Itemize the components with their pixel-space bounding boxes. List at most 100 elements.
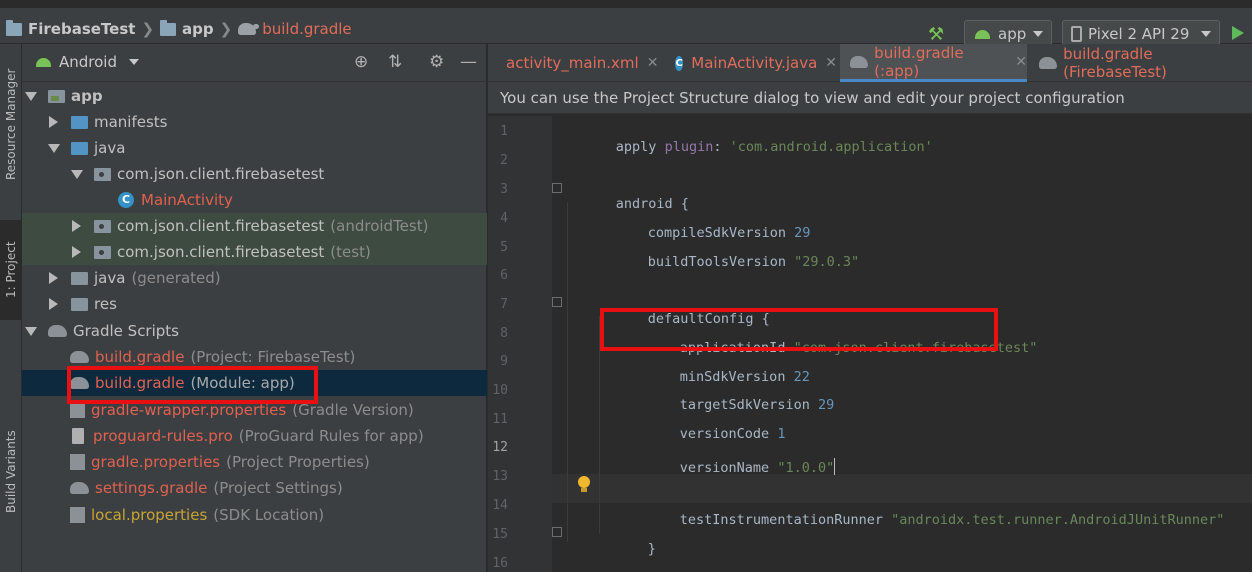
- line-number: 6: [500, 268, 508, 283]
- line-number: 12: [492, 440, 508, 455]
- package-icon: [94, 245, 111, 259]
- tree-item-mainactivity[interactable]: C MainActivity: [22, 187, 487, 213]
- tree-item-label: proguard-rules.pro: [93, 427, 233, 445]
- tab-project[interactable]: 1: Project: [0, 220, 22, 320]
- tree-item-app[interactable]: app: [22, 83, 487, 109]
- code-token: "29.0.3": [794, 254, 860, 270]
- code-token: "1.0.0": [777, 460, 835, 476]
- gradle-icon: [238, 23, 260, 35]
- tree-item-label: com.json.client.firebasetest: [117, 217, 325, 235]
- line-number: 13: [492, 469, 508, 484]
- tab-activity-main-xml[interactable]: activity_main.xml ✕: [488, 44, 658, 82]
- locate-target-icon[interactable]: ⊕: [354, 52, 368, 72]
- properties-file-icon: [70, 402, 85, 418]
- gradle-icon: [70, 482, 89, 494]
- tree-item-label: com.json.client.firebasetest: [117, 243, 325, 261]
- code-token: apply: [615, 139, 665, 155]
- package-icon: [94, 167, 111, 181]
- tree-item-java[interactable]: java: [22, 135, 487, 161]
- tab-build-variants[interactable]: Build Variants: [0, 422, 22, 522]
- line-number: 1: [500, 124, 508, 139]
- tree-item-build-gradle-project[interactable]: build.gradle (Project: FirebaseTest): [22, 344, 487, 370]
- tree-item-package[interactable]: com.json.client.firebasetest: [22, 161, 487, 187]
- tree-item-package-androidtest[interactable]: com.json.client.firebasetest (androidTes…: [22, 213, 487, 239]
- tree-item-gradle-wrapper[interactable]: gradle-wrapper.properties (Gradle Versio…: [22, 397, 487, 423]
- tree-item-settings-gradle[interactable]: settings.gradle (Project Settings): [22, 475, 487, 501]
- folder-icon: [71, 141, 88, 155]
- tab-resource-manager[interactable]: Resource Manager: [0, 54, 22, 194]
- line-number-gutter: 1 2 3 4 5 6 7 8 9 10 11 12 13 14 15 16: [488, 116, 552, 572]
- tree-item-manifests[interactable]: manifests: [22, 109, 487, 135]
- line-number: 4: [500, 211, 508, 226]
- tree-item-hint: (Project Properties): [226, 453, 370, 471]
- run-play-icon[interactable]: [1232, 26, 1244, 40]
- breadcrumb-file[interactable]: build.gradle: [262, 20, 351, 38]
- text-file-icon: [72, 428, 84, 444]
- tree-item-hint: (SDK Location): [213, 506, 325, 524]
- banner-text: You can use the Project Structure dialog…: [500, 88, 1125, 107]
- tab-mainactivity-java[interactable]: C MainActivity.java ✕: [665, 44, 837, 82]
- properties-file-icon: [70, 507, 85, 523]
- gradle-icon: [70, 351, 89, 363]
- breadcrumb: FirebaseTest ❯ app ❯ build.gradle: [6, 18, 352, 40]
- gear-icon[interactable]: ⚙: [429, 52, 444, 72]
- line-number: 2: [500, 153, 508, 168]
- collapse-arrow-icon[interactable]: [49, 298, 58, 310]
- tree-item-package-test[interactable]: com.json.client.firebasetest (test): [22, 239, 487, 265]
- tree-item-label: local.properties: [91, 506, 208, 524]
- tree-item-label: build.gradle: [95, 348, 185, 366]
- code-token: testInstrumentationRunner: [679, 512, 892, 528]
- tree-item-local-properties[interactable]: local.properties (SDK Location): [22, 502, 487, 528]
- collapse-arrow-icon[interactable]: [72, 246, 81, 258]
- collapse-arrow-icon[interactable]: [72, 220, 81, 232]
- code-token: plugin: [664, 139, 714, 155]
- tree-item-res[interactable]: res: [22, 291, 487, 317]
- tree-item-hint: (generated): [131, 269, 221, 287]
- tab-build-gradle-project[interactable]: build.gradle (FirebaseTest): [1029, 44, 1252, 82]
- code-line-14: testInstrumentationRunner "androidx.test…: [631, 496, 1225, 544]
- breadcrumb-module[interactable]: app: [182, 20, 214, 38]
- build-hammer-icon[interactable]: ⚒: [928, 24, 944, 45]
- code-line-15: }: [599, 525, 656, 572]
- project-view-label: Android: [59, 53, 117, 71]
- tree-item-label: java: [94, 269, 126, 287]
- collapse-arrow-icon[interactable]: [49, 272, 58, 284]
- tree-item-build-gradle-module[interactable]: build.gradle (Module: app): [22, 370, 487, 396]
- close-icon[interactable]: ✕: [647, 55, 659, 71]
- tree-item-label: app: [71, 87, 103, 105]
- tree-item-gradle-scripts[interactable]: Gradle Scripts: [22, 318, 487, 344]
- line-number: 14: [492, 498, 508, 513]
- gradle-icon: [1039, 57, 1058, 69]
- tab-label: activity_main.xml: [506, 54, 639, 72]
- code-token: versionName: [679, 460, 778, 476]
- tree-item-proguard[interactable]: proguard-rules.pro (ProGuard Rules for a…: [22, 423, 487, 449]
- tree-item-hint: (Project: FirebaseTest): [190, 348, 356, 366]
- close-icon[interactable]: ✕: [1015, 54, 1027, 70]
- tree-item-java-generated[interactable]: java (generated): [22, 265, 487, 291]
- tree-item-hint: (androidTest): [330, 217, 429, 235]
- collapse-all-icon[interactable]: ⇅: [388, 52, 402, 72]
- tree-item-label: gradle.properties: [91, 453, 221, 471]
- expand-arrow-icon[interactable]: [25, 91, 37, 101]
- breadcrumb-project[interactable]: FirebaseTest: [28, 20, 135, 38]
- expand-arrow-icon[interactable]: [48, 143, 60, 153]
- tab-label: MainActivity.java: [691, 54, 818, 72]
- close-icon[interactable]: ✕: [825, 55, 837, 71]
- tab-label: build.gradle (FirebaseTest): [1063, 45, 1167, 81]
- left-tool-strip: Resource Manager 1: Project Build Varian…: [0, 44, 22, 572]
- tree-item-gradle-properties[interactable]: gradle.properties (Project Properties): [22, 449, 487, 475]
- code-editor[interactable]: apply plugin: 'com.android.application' …: [560, 116, 1252, 572]
- chevron-down-icon: [1033, 31, 1043, 37]
- code-token: :: [713, 139, 730, 155]
- code-token: buildToolsVersion: [647, 254, 795, 270]
- project-view-select[interactable]: Android: [36, 53, 139, 71]
- collapse-arrow-icon[interactable]: [49, 116, 58, 128]
- code-token: "androidx.test.runner.AndroidJUnitRunner…: [891, 512, 1225, 528]
- tab-build-gradle-app[interactable]: build.gradle (:app) ✕: [840, 44, 1027, 82]
- project-panel: Android ⊕ ⇅ ⚙ — app manifests java com.j…: [22, 44, 487, 572]
- expand-arrow-icon[interactable]: [25, 326, 37, 336]
- hide-panel-icon[interactable]: —: [460, 52, 477, 72]
- expand-arrow-icon[interactable]: [71, 169, 83, 179]
- navigation-bar: FirebaseTest ❯ app ❯ build.gradle ⚒ app …: [0, 0, 1252, 48]
- code-line-1: apply plugin: 'com.android.application': [567, 123, 933, 171]
